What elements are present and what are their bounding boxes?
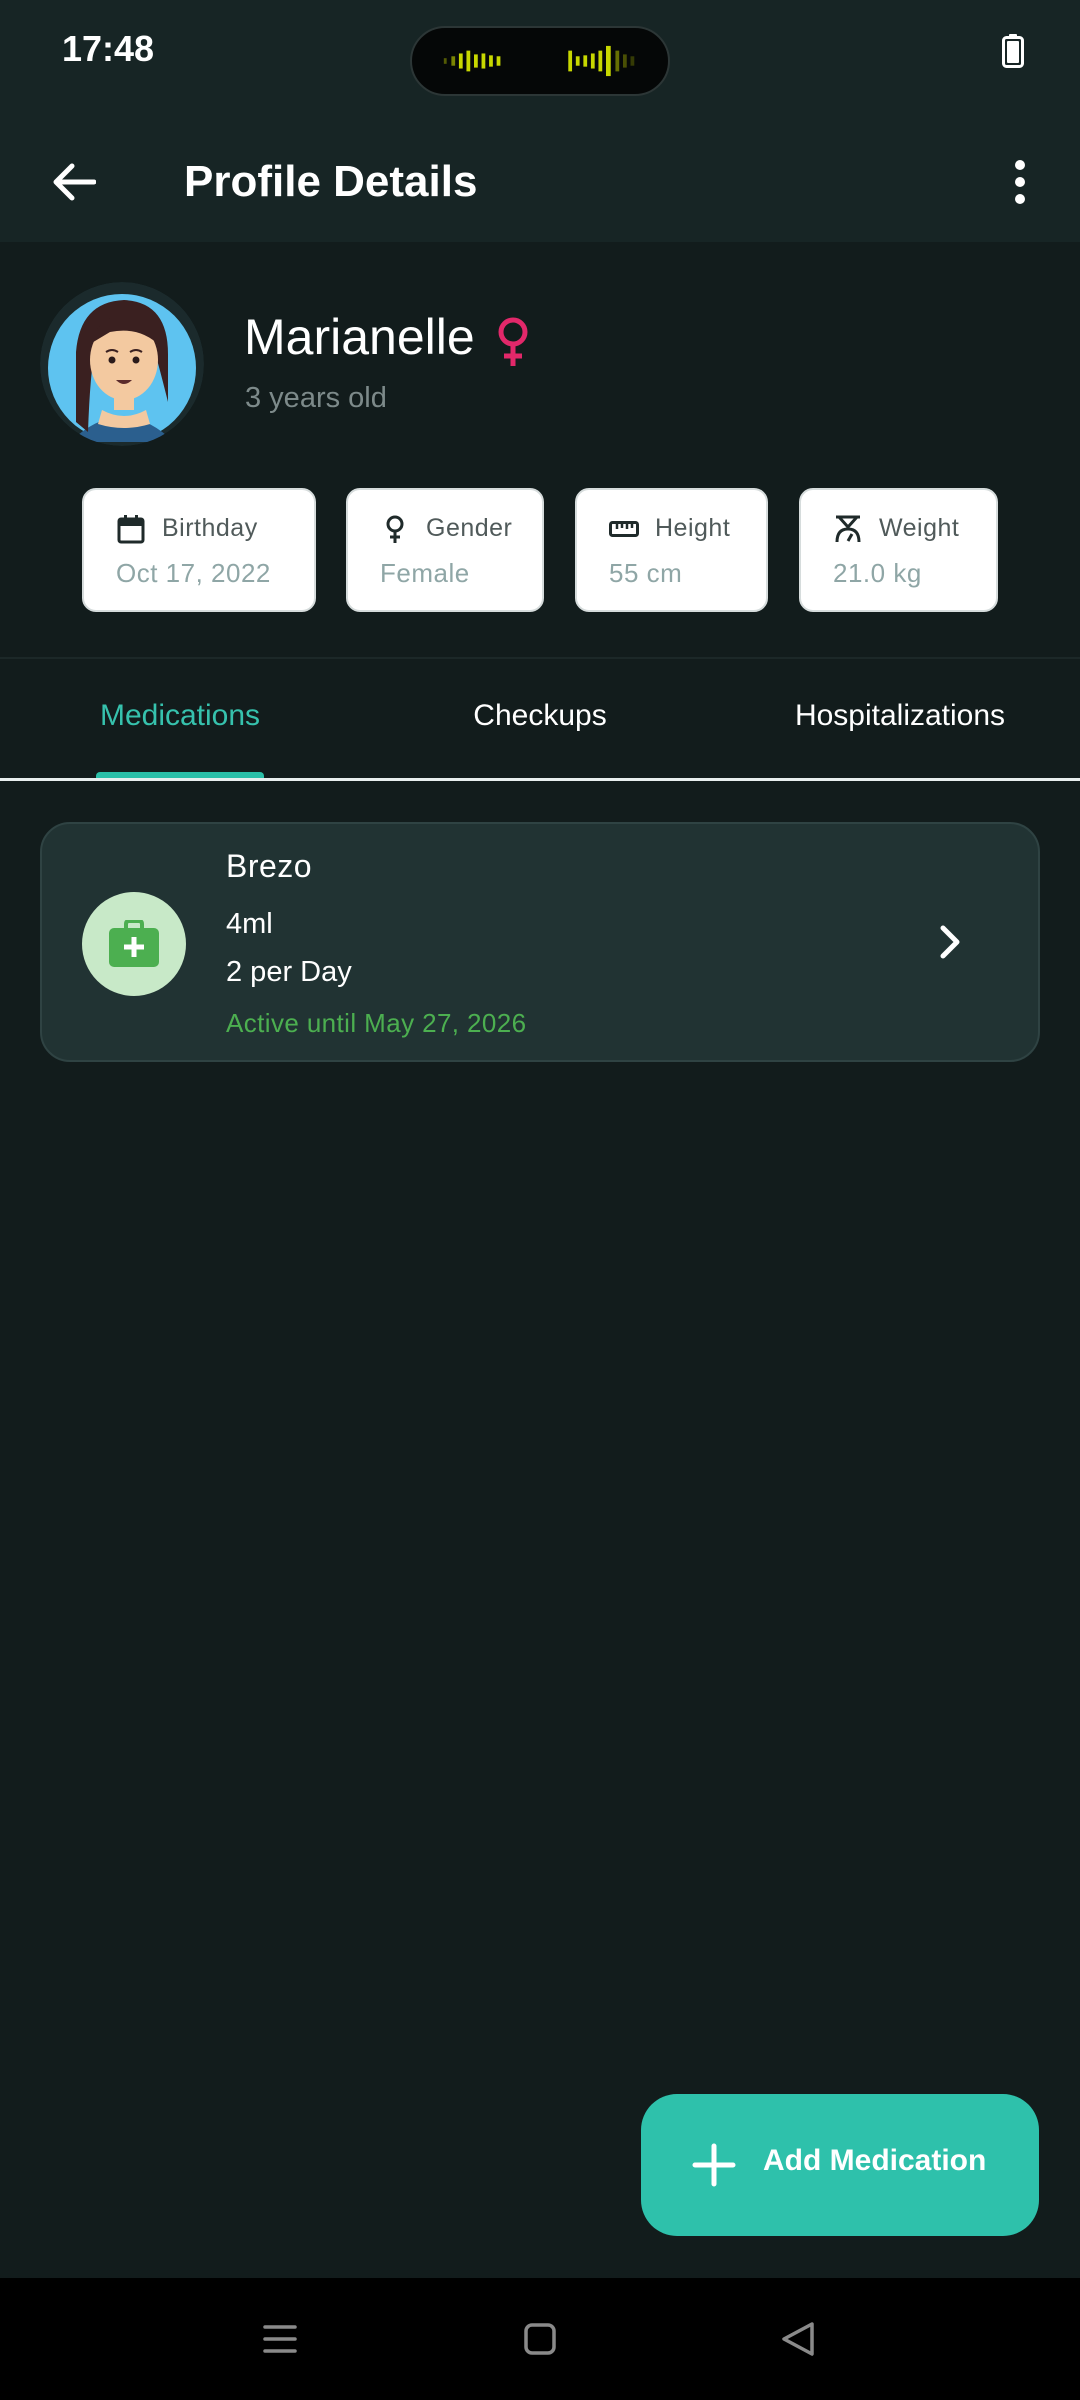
nav-menu-button[interactable] [245,2304,315,2374]
more-options-button[interactable] [982,144,1058,220]
arrow-back-icon [53,163,96,201]
gender-value: Female [380,558,470,588]
medication-card[interactable]: Brezo 4ml 2 per Day Active until May 27,… [40,822,1040,1062]
profile-name: Marianelle [244,309,475,365]
medication-frequency: 2 per Day [226,956,352,988]
avatar[interactable] [40,282,204,446]
tab-medications[interactable]: Medications [0,660,360,780]
nav-home-button[interactable] [505,2304,575,2374]
birthday-value: Oct 17, 2022 [116,558,271,588]
ruler-icon [609,521,639,537]
medical-kit-icon [109,920,159,967]
app-bar: Profile Details [0,122,1080,242]
plus-icon [692,2143,736,2187]
gender-icon [386,515,404,543]
more-vert-icon [1015,160,1025,204]
tab-checkups[interactable]: Checkups [360,660,720,780]
height-label: Height [655,514,731,542]
dynamic-island [410,26,670,96]
medication-open-button[interactable] [922,914,978,970]
gender-card[interactable]: Gender Female [346,488,544,612]
medication-icon-badge [82,892,186,996]
back-button[interactable] [36,144,112,220]
tab-hospitalizations[interactable]: Hospitalizations [720,660,1080,780]
medication-name: Brezo [226,848,313,884]
birthday-card[interactable]: Birthday Oct 17, 2022 [82,488,316,612]
audio-waveform-icon [443,45,635,77]
medication-status: Active until May 27, 2026 [226,1008,527,1038]
height-value: 55 cm [609,558,683,588]
chevron-right-icon [940,925,960,959]
weight-value: 21.0 kg [833,558,922,588]
profile-age: 3 years old [245,382,387,414]
height-card[interactable]: Height 55 cm [575,488,768,612]
avatar-girl-icon [40,282,204,446]
battery-icon [1002,34,1024,68]
profile-header: Marianelle 3 years old Birthday Oct 17, … [0,242,1080,658]
weight-label: Weight [879,514,960,542]
menu-icon [263,2325,297,2353]
tabs-divider [0,778,1080,781]
divider [0,657,1080,659]
page-title: Profile Details [184,157,478,206]
nav-back-button[interactable] [763,2304,833,2374]
home-square-icon [524,2323,556,2355]
status-bar: 17:48 [0,0,1080,122]
scale-icon [835,515,861,543]
medication-dose: 4ml [226,908,273,940]
add-medication-button[interactable]: Add Medication [641,2094,1039,2236]
system-nav-bar [0,2278,1080,2400]
weight-card[interactable]: Weight 21.0 kg [799,488,998,612]
back-triangle-icon [782,2322,814,2356]
female-gender-icon [498,317,528,366]
gender-label: Gender [426,514,513,542]
calendar-icon [117,515,145,544]
add-medication-label: Add Medication [763,2144,987,2177]
birthday-label: Birthday [162,514,258,542]
status-time: 17:48 [62,28,155,69]
tab-bar: Medications Checkups Hospitalizations [0,660,1080,780]
